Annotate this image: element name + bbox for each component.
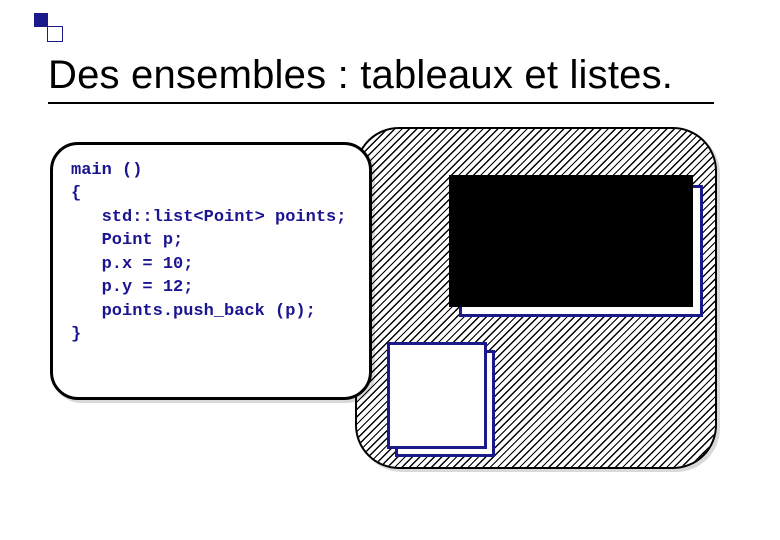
code-line: p.y = 12; <box>71 276 351 299</box>
code-panel: main () { std::list<Point> points; Point… <box>50 142 372 400</box>
slide-title: Des ensembles : tableaux et listes. <box>48 53 673 98</box>
code-line: Point p; <box>71 229 351 252</box>
code-line: } <box>71 323 351 346</box>
code-line: std::list<Point> points; <box>71 206 351 229</box>
group-front-card <box>449 175 693 307</box>
node-card-bottom <box>387 342 487 449</box>
node-front <box>387 342 487 449</box>
diagram-container <box>355 127 717 469</box>
slide-bullet-icon <box>34 13 48 27</box>
code-line: points.push_back (p); <box>71 300 351 323</box>
code-line: p.x = 10; <box>71 253 351 276</box>
code-line: { <box>71 182 351 205</box>
code-line: main () <box>71 159 351 182</box>
black-group-box <box>449 175 693 307</box>
title-underline <box>48 102 714 104</box>
